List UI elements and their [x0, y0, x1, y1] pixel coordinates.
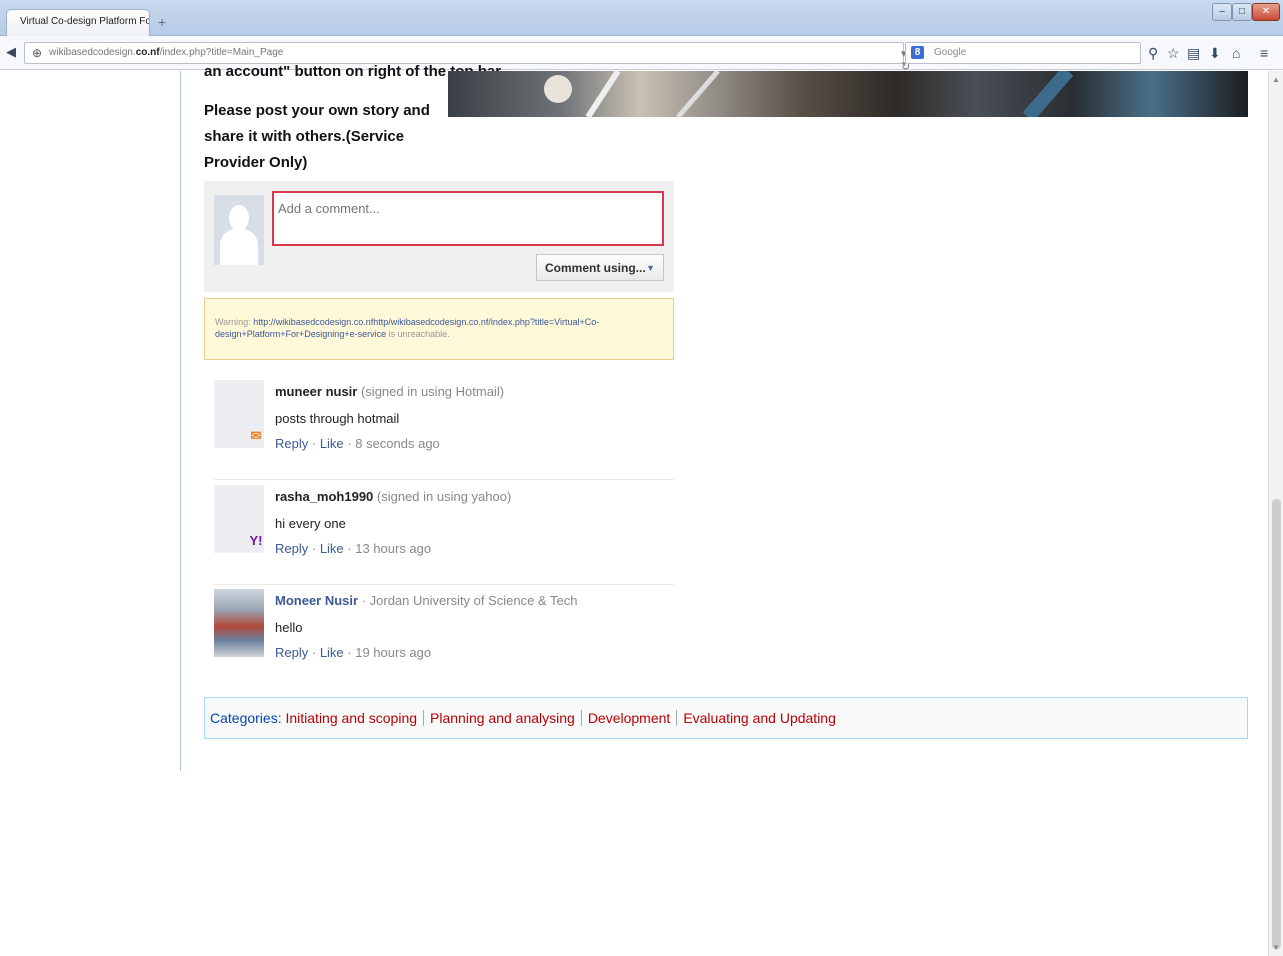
- search-engine-icon[interactable]: 8: [911, 46, 924, 59]
- back-arrow-icon[interactable]: ◀: [6, 44, 16, 60]
- comment-item: ✉ muneer nusir (signed in using Hotmail)…: [214, 380, 674, 480]
- url-path: /index.php?title=Main_Page: [159, 47, 284, 58]
- search-magnifier-icon[interactable]: ⚲: [1148, 45, 1158, 62]
- warning-suffix: is unreachable.: [386, 329, 450, 339]
- comment-text: posts through hotmail: [275, 411, 400, 426]
- comment-using-button[interactable]: Comment using... ▼: [536, 254, 664, 281]
- downloads-icon[interactable]: ⬇: [1209, 45, 1221, 62]
- intro-text: Please post your own story and share it …: [204, 102, 430, 171]
- like-link[interactable]: Like: [320, 541, 344, 556]
- sidebar-divider: [180, 71, 181, 771]
- url-prefix: wikibasedcodesign.: [49, 47, 136, 58]
- search-field[interactable]: 8 Google: [905, 42, 1141, 64]
- bookmarks-menu-icon[interactable]: ▤: [1187, 45, 1200, 62]
- comment-time: · 13 hours ago: [343, 541, 432, 556]
- scroll-up-icon[interactable]: ▲: [1272, 75, 1280, 84]
- comment-author[interactable]: Moneer Nusir: [275, 593, 358, 608]
- browser-window: Virtual Co-design Platform For Des... + …: [0, 0, 1283, 956]
- comment-input[interactable]: [272, 191, 664, 246]
- comment-author[interactable]: muneer nusir: [275, 384, 357, 399]
- new-tab-button[interactable]: +: [158, 14, 166, 30]
- url-domain: co.nf: [135, 47, 160, 58]
- separator: [423, 710, 425, 726]
- reply-link[interactable]: Reply: [275, 436, 308, 451]
- comment-text: hi every one: [275, 516, 346, 531]
- category-link[interactable]: Initiating and scoping: [285, 710, 417, 726]
- comment-author[interactable]: rasha_moh1990: [275, 489, 373, 504]
- home-icon[interactable]: ⌂: [1232, 45, 1240, 61]
- comment-time: · 19 hours ago: [343, 645, 432, 660]
- maximize-button[interactable]: □: [1232, 3, 1252, 21]
- scroll-down-icon[interactable]: ▼: [1272, 943, 1280, 952]
- default-avatar-icon: [214, 195, 264, 265]
- like-link[interactable]: Like: [320, 645, 344, 660]
- comment-text: hello: [275, 620, 303, 635]
- comment-form: Comment using... ▼: [204, 181, 674, 292]
- page-content: an account" button on right of the top b…: [0, 63, 1283, 956]
- reply-link[interactable]: Reply: [275, 541, 308, 556]
- dropdown-caret-icon: ▼: [646, 263, 655, 273]
- navigation-bar: ◀ ⊕ wikibasedcodesign.co.nf/index.php?ti…: [0, 36, 1283, 73]
- categories-label[interactable]: Categories: [210, 710, 278, 726]
- minimize-button[interactable]: –: [1212, 3, 1232, 21]
- url-bar[interactable]: ⊕ wikibasedcodesign.co.nf/index.php?titl…: [24, 42, 910, 73]
- hotmail-icon: ✉: [250, 428, 262, 443]
- comment-source: (signed in using Hotmail): [357, 384, 505, 399]
- reply-link[interactable]: Reply: [275, 645, 308, 660]
- category-link[interactable]: Development: [588, 710, 671, 726]
- tab-title: Virtual Co-design Platform For Des...: [20, 16, 149, 27]
- warning-prefix: Warning:: [215, 317, 254, 327]
- categories-bar: Categories: Initiating and scoping Planni…: [204, 697, 1248, 739]
- category-link[interactable]: Planning and analysing: [430, 710, 575, 726]
- header-photo: [448, 71, 1248, 117]
- category-link[interactable]: Evaluating and Updating: [683, 710, 836, 726]
- comment-time: · 8 seconds ago: [343, 436, 440, 451]
- title-bar: Virtual Co-design Platform For Des... + …: [0, 0, 1283, 36]
- separator: [676, 710, 678, 726]
- close-window-button[interactable]: ✕: [1252, 3, 1280, 21]
- photo-detail: [544, 71, 1074, 117]
- comment-using-label: Comment using...: [545, 261, 646, 275]
- like-link[interactable]: Like: [320, 436, 344, 451]
- site-identity-icon[interactable]: ⊕: [32, 46, 42, 60]
- comment-item: Moneer Nusir · Jordan University of Scie…: [214, 589, 674, 689]
- separator: [580, 710, 582, 726]
- bookmark-star-icon[interactable]: ☆: [1167, 45, 1180, 62]
- scroll-thumb[interactable]: [1272, 499, 1281, 949]
- avatar[interactable]: ✉: [214, 380, 264, 448]
- comment-source: · Jordan University of Science & Tech: [358, 593, 578, 608]
- search-placeholder: Google: [934, 47, 967, 58]
- comment-source: (signed in using yahoo): [373, 489, 512, 504]
- menu-icon[interactable]: ≡: [1260, 45, 1268, 61]
- browser-tab[interactable]: Virtual Co-design Platform For Des...: [6, 9, 150, 36]
- avatar[interactable]: Y!: [214, 485, 264, 553]
- warning-message: Warning: http://wikibasedcodesign.co.nfh…: [204, 298, 674, 360]
- vertical-scrollbar[interactable]: ▲ ▼: [1268, 71, 1283, 956]
- comment-item: Y! rasha_moh1990 (signed in using yahoo)…: [214, 485, 674, 585]
- avatar[interactable]: [214, 589, 264, 657]
- yahoo-icon: Y!: [249, 533, 263, 548]
